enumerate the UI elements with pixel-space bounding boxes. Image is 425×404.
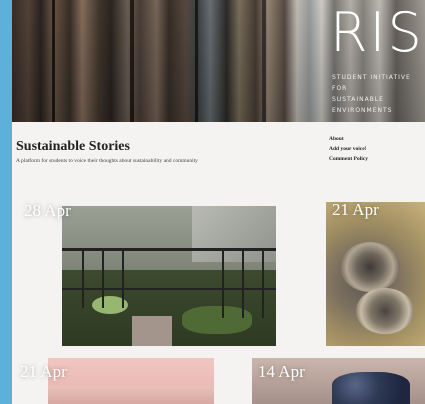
site-tagline: A platform for students to voice their t… (16, 158, 198, 164)
header-banner: RISE STUDENT INITIATIVE FOR SUSTAINABLE … (12, 0, 425, 122)
nav-menu: About Add your voice! Comment Policy (329, 134, 368, 164)
nav-item-comment-policy[interactable]: Comment Policy (329, 154, 368, 164)
nav-item-add-your-voice[interactable]: Add your voice! (329, 144, 368, 154)
tile-photo-floor (132, 316, 172, 346)
post-tile[interactable] (326, 202, 425, 346)
tile-photo-berries (332, 372, 410, 404)
tile-photo-rail (102, 248, 104, 308)
post-date: 21 Apr (332, 200, 379, 219)
tile-photo-fungus (340, 242, 400, 292)
tile-photo-rail (222, 248, 224, 318)
post-tile[interactable] (48, 358, 214, 404)
post-date: 28 Apr (24, 201, 71, 220)
tile-photo-fungus (356, 288, 414, 334)
site-title[interactable]: Sustainable Stories (16, 139, 130, 155)
post-date: 14 Apr (258, 362, 305, 381)
nav-item-about[interactable]: About (329, 134, 368, 144)
tile-photo-rail (242, 248, 244, 318)
logo-subtitle-line: SUSTAINABLE ENVIRONMENTS (332, 96, 393, 114)
tile-photo-rail (262, 248, 264, 318)
logo-subtitle-line: STUDENT INITIATIVE FOR (332, 74, 411, 92)
tile-photo-rail (122, 248, 124, 308)
post-tile[interactable] (62, 206, 276, 346)
logo-subtitle: STUDENT INITIATIVE FOR SUSTAINABLE ENVIR… (332, 72, 425, 116)
page: RISE STUDENT INITIATIVE FOR SUSTAINABLE … (12, 0, 425, 404)
post-date: 21 Apr (20, 362, 67, 381)
site-logo[interactable]: RISE (330, 6, 425, 60)
tile-photo-rail (82, 248, 84, 308)
tile-photo-horizon (48, 386, 214, 404)
